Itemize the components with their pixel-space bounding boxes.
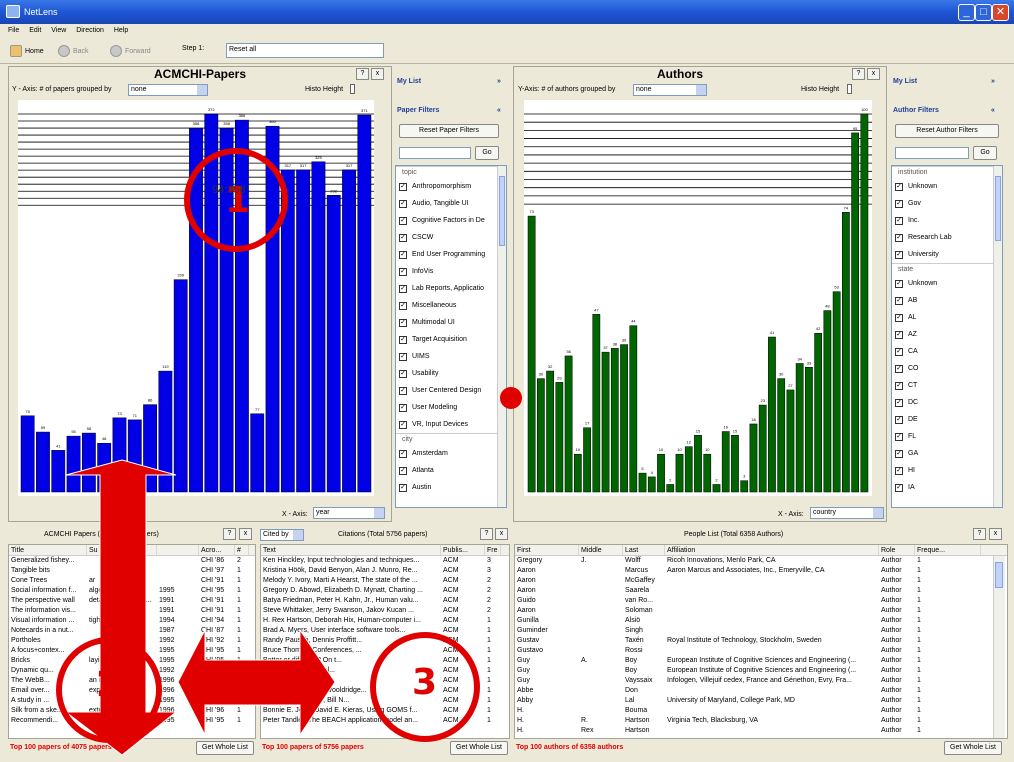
annotation-number-two: 2: [96, 664, 122, 705]
annotation-number-three: 3: [412, 662, 438, 703]
divider-marker-dot: [500, 387, 522, 409]
annotation-overlay: [64, 387, 522, 756]
horizontal-double-arrow: [177, 628, 336, 737]
papers-hover-value: 94:358: [212, 184, 246, 196]
